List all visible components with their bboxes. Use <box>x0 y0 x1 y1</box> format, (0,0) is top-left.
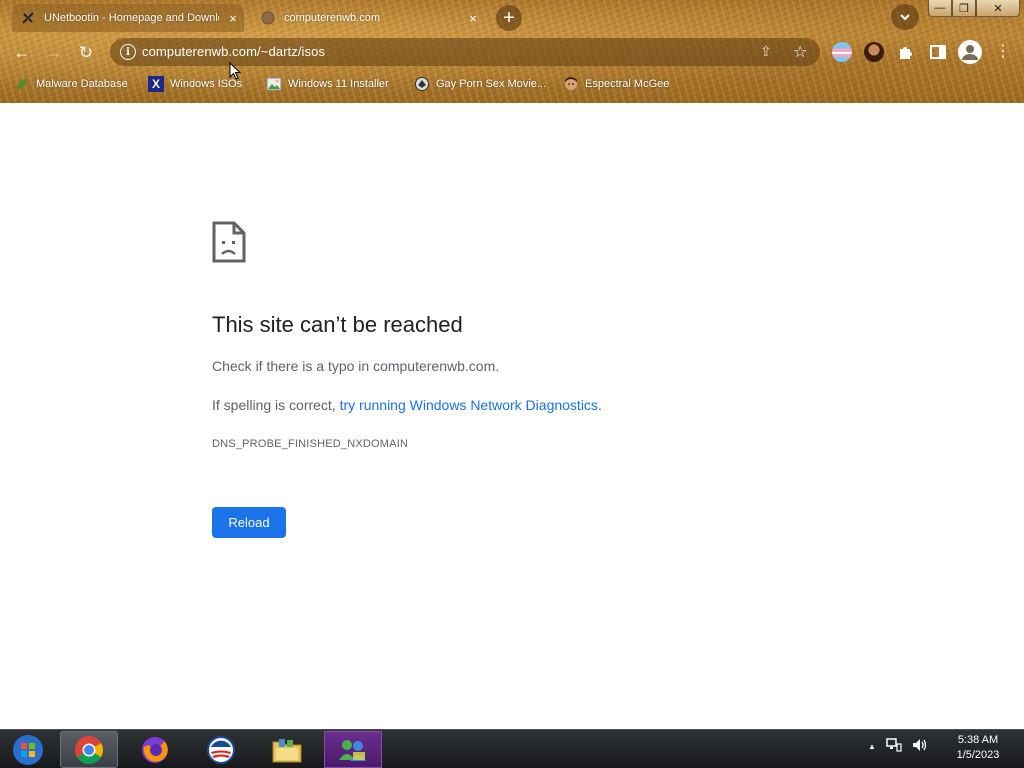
forward-button[interactable]: → <box>41 40 67 66</box>
image-icon <box>266 76 282 92</box>
close-tab-icon[interactable]: × <box>225 10 241 26</box>
bookmark-label: Malware Database <box>36 78 128 90</box>
file-explorer-icon[interactable] <box>258 731 316 768</box>
bookmark-label: Windows 11 Installer <box>288 78 389 90</box>
firefox-icon[interactable] <box>126 731 184 768</box>
tab-computerenwb[interactable]: computerenwb.com × <box>250 4 490 32</box>
mouse-cursor-icon <box>229 62 241 80</box>
clock-time: 5:38 AM <box>957 734 999 746</box>
bookmarks-bar: Malware Database X Windows ISOs Windows … <box>0 72 1024 96</box>
error-code: DNS_PROBE_FINISHED_NXDOMAIN <box>212 438 409 450</box>
avatar-extension-icon[interactable] <box>864 42 884 62</box>
extensions-puzzle-icon[interactable] <box>896 42 916 62</box>
window-close-button[interactable]: ✕ <box>976 0 1020 17</box>
site-info-icon[interactable]: i <box>120 44 136 60</box>
profile-avatar-icon[interactable] <box>958 40 982 64</box>
bird-icon <box>414 76 430 92</box>
bookmark-windows-11-installer[interactable]: Windows 11 Installer <box>266 75 389 93</box>
chevron-down-icon <box>900 14 910 21</box>
messenger-icon[interactable] <box>324 731 382 768</box>
bookmark-malware-database[interactable]: Malware Database <box>14 75 128 93</box>
tab-unetbootin[interactable]: UNetbootin - Homepage and Downloads × <box>12 4 244 32</box>
obama-logo-icon[interactable] <box>192 731 250 768</box>
bookmark-gay-porn-sex-movie[interactable]: Gay Porn Sex Movie... <box>414 75 546 93</box>
error-suggestion-diagnostics: If spelling is correct, try running Wind… <box>212 397 602 413</box>
error-suggestion-typo: Check if there is a typo in computerenwb… <box>212 358 500 374</box>
tab-title: computerenwb.com <box>284 12 380 24</box>
leaf-icon <box>14 76 30 92</box>
error-page: This site can’t be reached Check if ther… <box>0 103 1024 729</box>
chrome-icon[interactable] <box>60 731 118 768</box>
reload-page-button[interactable]: Reload <box>212 507 286 538</box>
share-icon[interactable]: ⇪ <box>760 43 772 60</box>
diagnostics-prefix: If spelling is correct, <box>212 397 340 413</box>
tab-search-button[interactable] <box>891 4 919 30</box>
clock[interactable]: 5:38 AM 1/5/2023 <box>940 733 1016 763</box>
maximize-button[interactable]: ❐ <box>952 0 976 17</box>
url-text[interactable]: computerenwb.com/~dartz/isos <box>142 44 325 59</box>
tab-title: UNetbootin - Homepage and Downloads <box>44 12 219 24</box>
error-title: This site can’t be reached <box>212 312 463 337</box>
network-diagnostics-link[interactable]: try running Windows Network Diagnostics <box>340 397 598 413</box>
side-panel-icon[interactable] <box>928 42 948 62</box>
unetbootin-icon <box>20 10 36 26</box>
globe-icon <box>260 10 276 26</box>
new-tab-button[interactable]: + <box>496 5 522 31</box>
show-hidden-icons-button[interactable]: ▲ <box>868 742 876 751</box>
bookmark-star-icon[interactable]: ☆ <box>793 42 807 62</box>
minimize-button[interactable]: — <box>928 0 952 17</box>
system-tray: ▲ <box>868 738 928 755</box>
sad-page-icon <box>212 221 246 263</box>
bookmark-espectral-mcgee[interactable]: Espectral McGee <box>563 75 669 93</box>
taskbar: ▲ 5:38 AM 1/5/2023 <box>0 729 1024 768</box>
x-icon: X <box>148 76 164 92</box>
profile-flag-icon[interactable] <box>832 42 852 62</box>
clock-date: 1/5/2023 <box>956 749 1000 761</box>
diagnostics-suffix: . <box>597 397 602 413</box>
face-icon <box>563 76 579 92</box>
back-button[interactable]: ← <box>9 40 35 66</box>
close-tab-icon[interactable]: × <box>465 10 481 26</box>
address-bar[interactable]: i computerenwb.com/~dartz/isos ⇪ ☆ <box>110 38 820 66</box>
reload-button[interactable]: ↻ <box>73 40 99 66</box>
volume-icon[interactable] <box>912 738 928 755</box>
browser-frame: UNetbootin - Homepage and Downloads × co… <box>0 0 1024 103</box>
network-icon[interactable] <box>886 738 902 755</box>
start-orb-icon[interactable] <box>0 731 56 768</box>
menu-kebab-icon[interactable]: ⋮ <box>995 42 1011 62</box>
bookmark-label: Espectral McGee <box>585 78 670 90</box>
bookmark-label: Gay Porn Sex Movie... <box>436 78 547 90</box>
